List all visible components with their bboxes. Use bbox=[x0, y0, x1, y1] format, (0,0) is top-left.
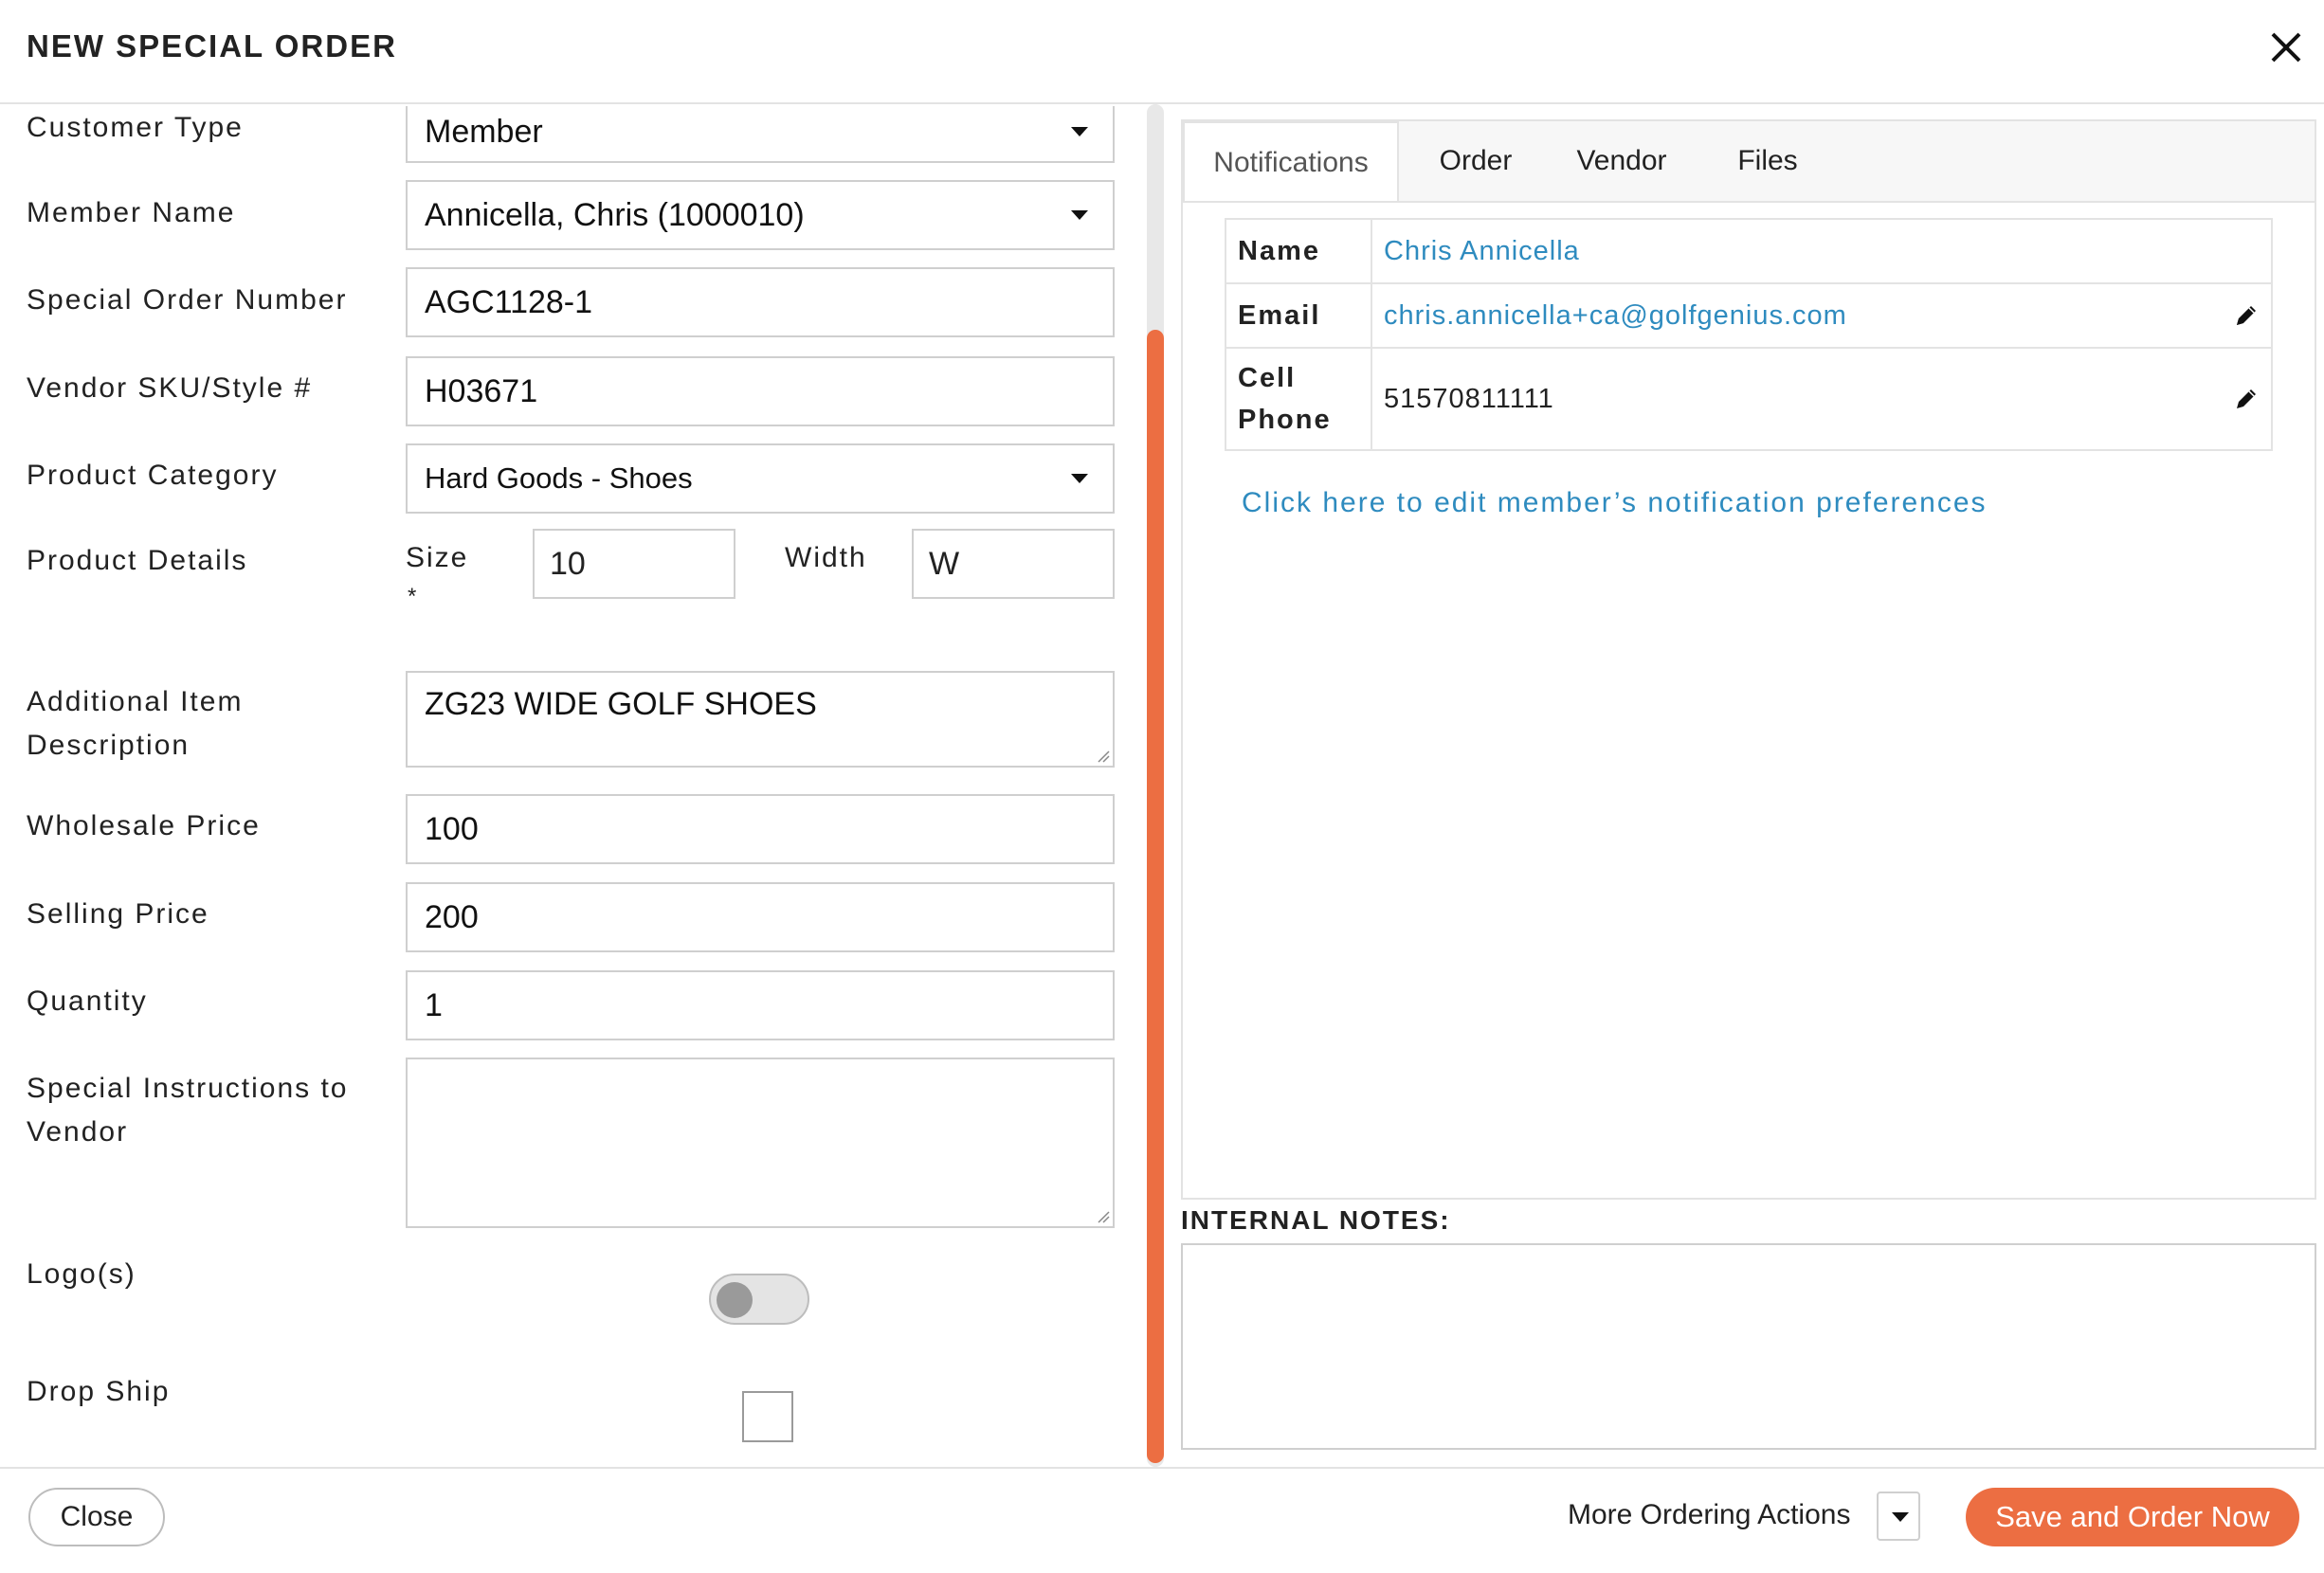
customer-type-select[interactable]: Member bbox=[406, 106, 1115, 163]
additional-description-label-line1: Additional Item bbox=[27, 686, 244, 717]
customer-type-label: Customer Type bbox=[27, 112, 244, 143]
notification-preferences-link[interactable]: Click here to edit member’s notification… bbox=[1242, 487, 1988, 519]
product-category-label: Product Category bbox=[27, 460, 279, 491]
member-name-label: Member Name bbox=[27, 197, 236, 228]
product-category-select[interactable]: Hard Goods - Shoes bbox=[406, 443, 1115, 514]
table-row: Email chris.annicella+ca@golfgenius.com bbox=[1225, 282, 2273, 349]
cell-phone-key-line2: Phone bbox=[1238, 405, 1332, 435]
dialog-title: NEW SPECIAL ORDER bbox=[27, 28, 397, 63]
table-row: Cell Phone 51570811111 bbox=[1225, 347, 2273, 451]
pencil-icon[interactable] bbox=[2233, 386, 2260, 412]
tab-files[interactable]: Files bbox=[1706, 121, 1829, 201]
chevron-down-icon bbox=[1071, 210, 1088, 220]
special-instructions-label-line2: Vendor bbox=[27, 1116, 129, 1148]
vendor-sku-value: H03671 bbox=[425, 372, 538, 409]
internal-notes-label: INTERNAL NOTES: bbox=[1181, 1205, 1451, 1235]
toggle-knob bbox=[717, 1282, 753, 1318]
internal-notes-textarea[interactable] bbox=[1181, 1243, 2316, 1450]
drop-ship-label: Drop Ship bbox=[27, 1376, 171, 1407]
quantity-label: Quantity bbox=[27, 985, 148, 1017]
logos-toggle[interactable] bbox=[709, 1274, 809, 1325]
cell-phone-cell: 51570811111 bbox=[1371, 347, 2273, 451]
product-category-value: Hard Goods - Shoes bbox=[425, 461, 693, 495]
name-key: Name bbox=[1225, 218, 1372, 284]
tab-notifications[interactable]: Notifications bbox=[1183, 121, 1399, 203]
chevron-down-icon bbox=[1071, 127, 1088, 136]
special-instructions-textarea[interactable] bbox=[406, 1058, 1115, 1228]
logos-label: Logo(s) bbox=[27, 1258, 136, 1290]
additional-description-textarea[interactable]: ZG23 WIDE GOLF SHOES bbox=[406, 671, 1115, 768]
member-name-link[interactable]: Chris Annicella bbox=[1384, 236, 1580, 266]
width-label: Width bbox=[785, 542, 867, 573]
selling-price-value: 200 bbox=[425, 898, 479, 935]
wholesale-price-label: Wholesale Price bbox=[27, 810, 261, 841]
additional-description-value: ZG23 WIDE GOLF SHOES bbox=[425, 686, 817, 722]
form-scrollbar-track[interactable] bbox=[1147, 104, 1164, 1467]
special-instructions-label: Special Instructions to Vendor bbox=[27, 1067, 348, 1154]
wholesale-price-value: 100 bbox=[425, 810, 479, 847]
member-name-value: Annicella, Chris (1000010) bbox=[425, 196, 805, 233]
cell-phone-key-line1: Cell bbox=[1238, 363, 1297, 393]
table-row: Name Chris Annicella bbox=[1225, 218, 2273, 284]
special-order-number-value: AGC1128-1 bbox=[425, 283, 593, 320]
form-scrollbar-thumb[interactable] bbox=[1147, 330, 1164, 1463]
size-label: Size bbox=[406, 542, 469, 573]
cell-phone-value: 51570811111 bbox=[1384, 383, 1554, 414]
special-instructions-label-line1: Special Instructions to bbox=[27, 1073, 349, 1104]
drop-ship-checkbox[interactable] bbox=[742, 1391, 793, 1442]
wholesale-price-input[interactable]: 100 bbox=[406, 794, 1115, 864]
quantity-input[interactable]: 1 bbox=[406, 970, 1115, 1040]
resize-grip-icon[interactable] bbox=[1097, 1210, 1110, 1223]
additional-description-label: Additional Item Description bbox=[27, 680, 243, 768]
size-required-marker: * bbox=[408, 584, 419, 609]
additional-description-label-line2: Description bbox=[27, 730, 191, 761]
size-value: 10 bbox=[550, 545, 586, 582]
width-input[interactable]: W bbox=[912, 529, 1115, 599]
dialog-header: NEW SPECIAL ORDER bbox=[0, 0, 2324, 104]
name-cell: Chris Annicella bbox=[1371, 218, 2273, 284]
details-tabs: Notifications Order Vendor Files bbox=[1183, 121, 2315, 203]
chevron-down-icon bbox=[1071, 474, 1088, 483]
cell-phone-key: Cell Phone bbox=[1225, 347, 1372, 451]
quantity-value: 1 bbox=[425, 986, 443, 1023]
customer-type-value: Member bbox=[425, 113, 543, 150]
selling-price-label: Selling Price bbox=[27, 898, 209, 930]
email-cell: chris.annicella+ca@golfgenius.com bbox=[1371, 282, 2273, 349]
dialog-footer: Close More Ordering Actions Save and Ord… bbox=[0, 1467, 2324, 1573]
order-form: Customer Type Member Member Name Annicel… bbox=[0, 106, 1128, 1467]
email-key: Email bbox=[1225, 282, 1372, 349]
special-order-number-input[interactable]: AGC1128-1 bbox=[406, 267, 1115, 337]
product-details-label: Product Details bbox=[27, 545, 248, 576]
width-value: W bbox=[929, 545, 960, 582]
tab-vendor[interactable]: Vendor bbox=[1560, 121, 1683, 201]
pencil-icon[interactable] bbox=[2233, 302, 2260, 329]
size-input[interactable]: 10 bbox=[533, 529, 735, 599]
more-ordering-actions-dropdown[interactable] bbox=[1877, 1492, 1920, 1541]
details-panel: Notifications Order Vendor Files Name Ch… bbox=[1181, 119, 2316, 1200]
more-ordering-actions-label[interactable]: More Ordering Actions bbox=[1568, 1499, 1850, 1531]
resize-grip-icon[interactable] bbox=[1097, 750, 1110, 763]
save-and-order-now-button[interactable]: Save and Order Now bbox=[1966, 1488, 2299, 1546]
special-order-number-label: Special Order Number bbox=[27, 284, 348, 316]
chevron-down-icon bbox=[1892, 1512, 1909, 1522]
vendor-sku-label: Vendor SKU/Style # bbox=[27, 372, 313, 404]
vendor-sku-input[interactable]: H03671 bbox=[406, 356, 1115, 426]
member-name-select[interactable]: Annicella, Chris (1000010) bbox=[406, 180, 1115, 250]
member-contact-table: Name Chris Annicella Email chris.annicel… bbox=[1225, 218, 2273, 451]
notifications-tab-content: Name Chris Annicella Email chris.annicel… bbox=[1183, 201, 2315, 1198]
member-email-link[interactable]: chris.annicella+ca@golfgenius.com bbox=[1384, 300, 1847, 331]
tab-order[interactable]: Order bbox=[1414, 121, 1537, 201]
close-button[interactable]: Close bbox=[28, 1488, 165, 1546]
selling-price-input[interactable]: 200 bbox=[406, 882, 1115, 952]
close-icon[interactable] bbox=[2267, 28, 2305, 66]
